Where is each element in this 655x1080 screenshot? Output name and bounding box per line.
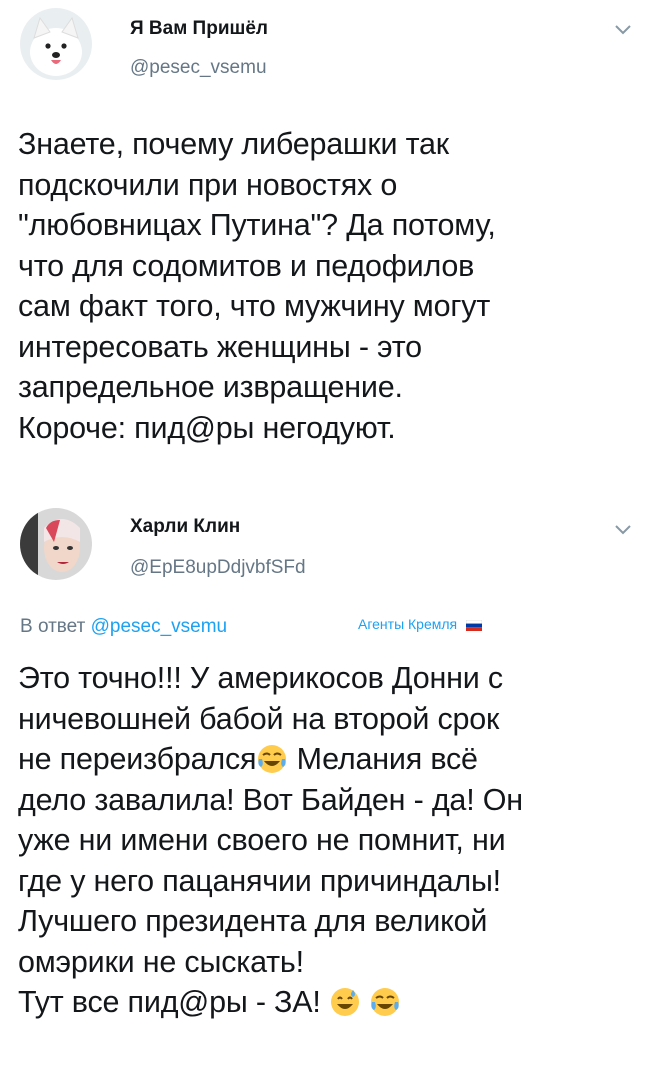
avatar[interactable] [20, 8, 92, 80]
reply-context: В ответ @pesec_vsemu [20, 616, 227, 638]
badge-label: Агенты Кремля [358, 616, 458, 632]
tears-of-joy-emoji-icon [371, 988, 400, 1016]
author-name[interactable]: Харли Клин [130, 516, 240, 538]
harley-quinn-avatar-icon [20, 508, 92, 580]
tweet-text: Знаете, почему либерашки так подскочили … [18, 127, 496, 445]
white-dog-avatar-icon [20, 8, 92, 80]
reply-prefix: В ответ [20, 616, 86, 637]
grinning-sweat-emoji-icon [330, 988, 359, 1016]
author-handle[interactable]: @EpE8upDdjvbfSFd [130, 557, 306, 579]
author-handle[interactable]: @pesec_vsemu [130, 57, 267, 79]
tears-of-joy-emoji-icon [258, 745, 287, 773]
chevron-down-icon[interactable] [613, 22, 633, 36]
russian-flag-icon [466, 619, 483, 631]
tweet-text-part-2: Мелания всё дело завалила! Вот Байден - … [18, 742, 523, 1019]
avatar[interactable] [20, 508, 92, 580]
author-name[interactable]: Я Вам Пришёл [130, 18, 268, 40]
tweet-2: Харли Клин @EpE8upDdjvbfSFd В ответ @pes… [0, 500, 655, 1080]
tweet-1: Я Вам Пришёл @pesec_vsemu Знаете, почему… [0, 0, 655, 500]
reply-mention-link[interactable]: @pesec_vsemu [91, 616, 228, 637]
chevron-down-icon[interactable] [613, 522, 633, 536]
tweet-text: Это точно!!! У америкосов Донни с ничево… [18, 658, 637, 1023]
kremlin-agents-badge[interactable]: Агенты Кремля [358, 616, 483, 632]
